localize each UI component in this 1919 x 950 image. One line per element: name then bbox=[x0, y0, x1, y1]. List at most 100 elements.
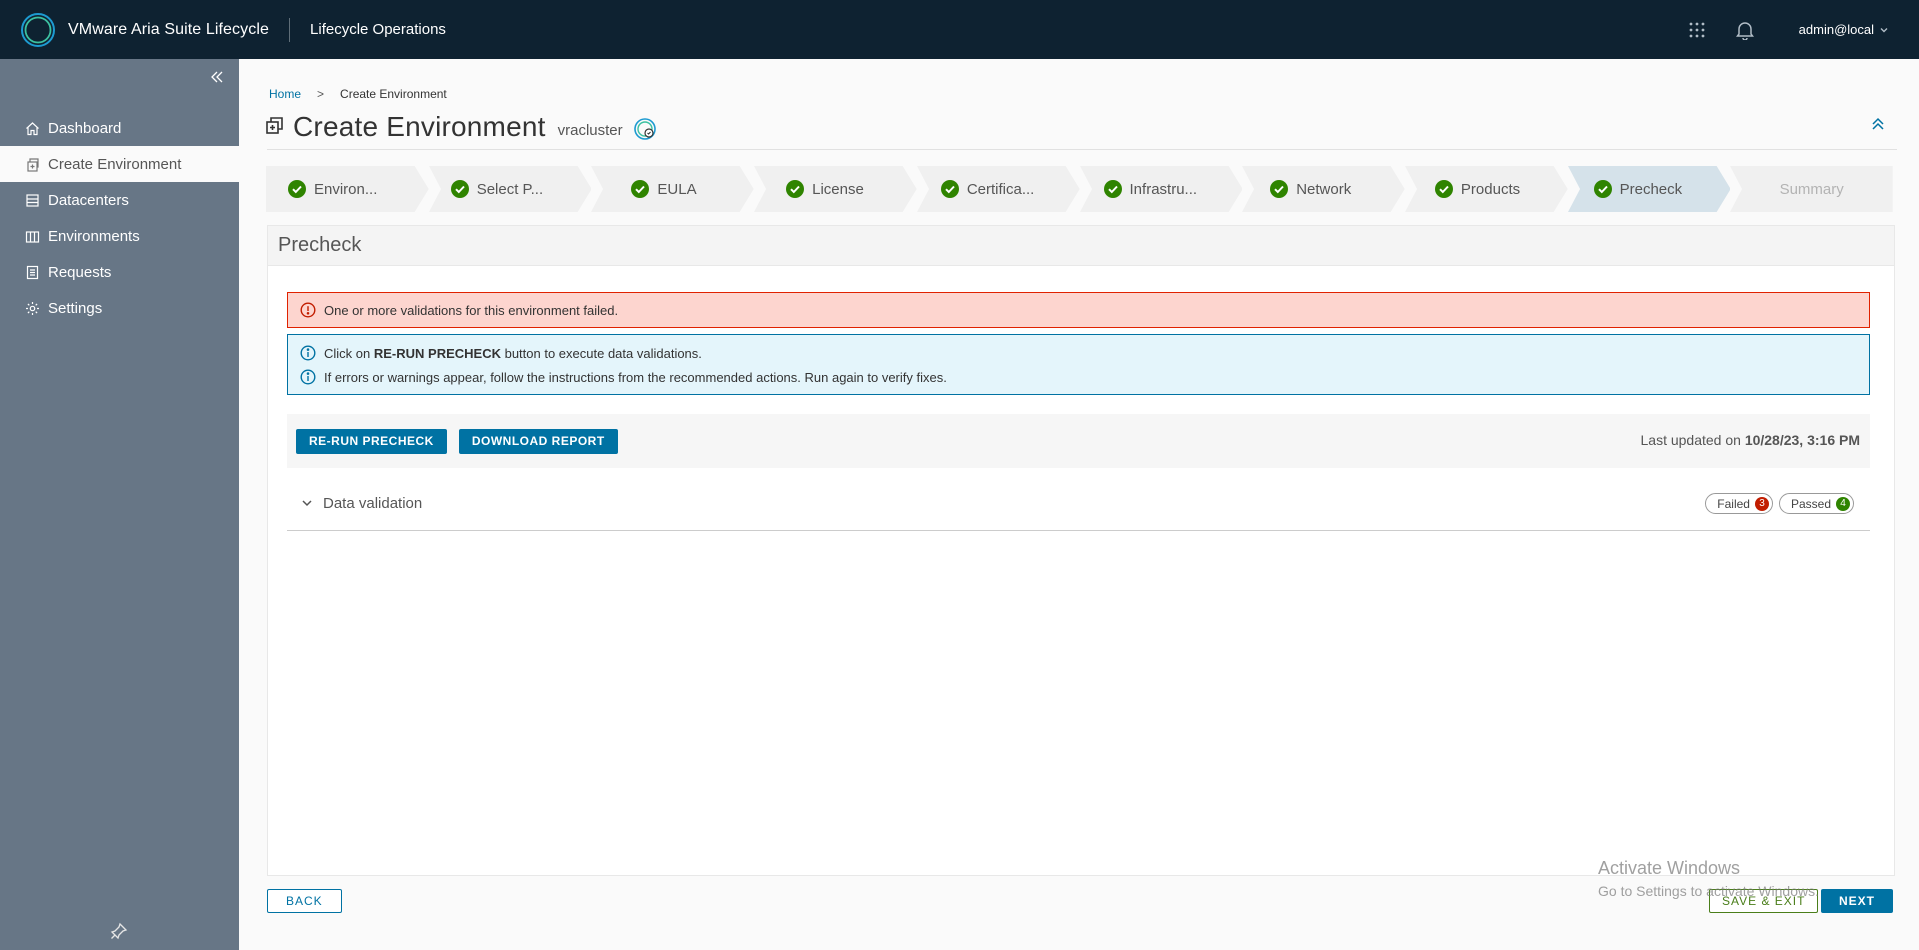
step-network[interactable]: Network bbox=[1242, 166, 1405, 212]
step-products[interactable]: Products bbox=[1404, 166, 1568, 212]
data-validation-label: Data validation bbox=[323, 494, 423, 512]
info-alert-line-2: If errors or warnings appear, follow the… bbox=[324, 369, 947, 385]
step-eula[interactable]: EULA bbox=[591, 166, 755, 212]
datacenter-icon bbox=[24, 192, 40, 208]
sidebar-item-label: Environments bbox=[48, 227, 140, 245]
last-updated-label: Last updated on bbox=[1640, 432, 1745, 448]
last-updated: Last updated on 10/28/23, 3:16 PM bbox=[1641, 432, 1861, 448]
step-summary: Summary bbox=[1730, 166, 1894, 212]
page-title: Create Environment bbox=[293, 111, 546, 142]
gear-icon bbox=[24, 300, 40, 316]
chevron-down-icon bbox=[1880, 27, 1888, 32]
environment-status-icon[interactable] bbox=[633, 117, 657, 141]
sidebar-item-environments[interactable]: Environments bbox=[0, 218, 239, 254]
sidebar-item-create-environment[interactable]: Create Environment bbox=[0, 146, 239, 182]
vmware-aria-logo-icon bbox=[20, 12, 56, 48]
failed-count: 3 bbox=[1754, 496, 1769, 511]
passed-badge[interactable]: Passed 4 bbox=[1778, 493, 1854, 514]
failed-label: Failed bbox=[1717, 496, 1750, 511]
create-environment-icon bbox=[265, 115, 285, 140]
bell-icon[interactable] bbox=[1731, 16, 1759, 44]
check-circle-icon bbox=[1103, 180, 1122, 198]
step-label: License bbox=[812, 180, 864, 198]
sidebar-item-label: Settings bbox=[48, 299, 103, 317]
title-divider bbox=[267, 149, 1897, 150]
breadcrumb-home-link[interactable]: Home bbox=[269, 87, 301, 101]
step-label: Precheck bbox=[1619, 180, 1683, 198]
passed-label: Passed bbox=[1790, 496, 1831, 511]
sidebar-item-datacenters[interactable]: Datacenters bbox=[0, 182, 239, 218]
error-alert-text: One or more validations for this environ… bbox=[324, 302, 619, 318]
top-header: VMware Aria Suite Lifecycle Lifecycle Op… bbox=[0, 0, 1919, 59]
step-select-products[interactable]: Select P... bbox=[428, 166, 592, 212]
check-circle-icon bbox=[631, 180, 650, 198]
step-infrastructure[interactable]: Infrastru... bbox=[1079, 166, 1243, 212]
page-title-row: Create Environment vracluster bbox=[265, 111, 657, 143]
rerun-precheck-button[interactable]: RE-RUN PRECHECK bbox=[296, 428, 447, 454]
info-circle-icon bbox=[300, 345, 316, 361]
environments-icon bbox=[24, 228, 40, 244]
next-button[interactable]: NEXT bbox=[1821, 889, 1893, 913]
home-icon bbox=[24, 120, 40, 136]
data-validation-toggle[interactable]: Data validation bbox=[301, 495, 422, 512]
precheck-card: Precheck One or more validations for thi… bbox=[267, 225, 1895, 876]
user-menu[interactable]: admin@local bbox=[1799, 22, 1889, 37]
sidebar-collapse-icon[interactable] bbox=[205, 67, 229, 87]
header-divider bbox=[289, 17, 291, 42]
user-name: admin@local bbox=[1798, 22, 1874, 37]
sidebar-item-label: Datacenters bbox=[48, 191, 129, 209]
step-environment[interactable]: Environ... bbox=[266, 166, 429, 212]
step-label: Network bbox=[1296, 180, 1352, 198]
info-alert: Click on RE-RUN PRECHECK button to execu… bbox=[287, 334, 1870, 395]
step-certificate[interactable]: Certifica... bbox=[916, 166, 1080, 212]
step-label: Environ... bbox=[314, 180, 378, 198]
step-label: Products bbox=[1460, 180, 1521, 198]
create-environment-icon bbox=[24, 156, 40, 172]
info-text-bold: RE-RUN PRECHECK bbox=[373, 345, 501, 361]
step-precheck[interactable]: Precheck bbox=[1567, 166, 1731, 212]
check-circle-icon bbox=[940, 180, 959, 198]
info-text-suffix: button to execute data validations. bbox=[500, 345, 702, 361]
check-circle-icon bbox=[1593, 180, 1612, 198]
info-text-prefix: Click on bbox=[324, 345, 374, 361]
step-label: Summary bbox=[1779, 180, 1844, 198]
check-circle-icon bbox=[450, 180, 469, 198]
sidebar-item-settings[interactable]: Settings bbox=[0, 290, 239, 326]
collapse-up-icon[interactable] bbox=[1871, 117, 1889, 135]
passed-count: 4 bbox=[1836, 496, 1850, 511]
check-circle-icon bbox=[786, 180, 805, 198]
save-and-exit-button[interactable]: SAVE & EXIT bbox=[1709, 889, 1819, 913]
section-title[interactable]: Lifecycle Operations bbox=[310, 21, 446, 38]
sidebar-item-label: Dashboard bbox=[48, 119, 122, 137]
check-circle-icon bbox=[1270, 180, 1289, 198]
app-switcher-grid-icon[interactable] bbox=[1683, 16, 1711, 44]
app-title: VMware Aria Suite Lifecycle bbox=[68, 20, 270, 38]
breadcrumb: Home > Create Environment bbox=[269, 87, 447, 101]
step-label: EULA bbox=[657, 180, 697, 198]
info-circle-icon bbox=[300, 369, 316, 385]
sidebar-item-requests[interactable]: Requests bbox=[0, 254, 239, 290]
check-circle-icon bbox=[1434, 180, 1453, 198]
download-report-button[interactable]: DOWNLOAD REPORT bbox=[458, 428, 618, 454]
back-button[interactable]: BACK bbox=[267, 889, 342, 913]
failed-badge[interactable]: Failed 3 bbox=[1705, 493, 1773, 514]
sidebar-nav: Dashboard Create Environment Datacenters… bbox=[0, 110, 239, 326]
environment-name: vracluster bbox=[557, 121, 623, 139]
precheck-heading: Precheck bbox=[268, 226, 1894, 266]
error-circle-icon bbox=[300, 302, 316, 318]
sidebar-item-dashboard[interactable]: Dashboard bbox=[0, 110, 239, 146]
wizard-stepper: Environ... Select P... EULA License Cert… bbox=[266, 166, 1894, 212]
check-circle-icon bbox=[288, 180, 306, 198]
step-label: Certifica... bbox=[966, 180, 1035, 198]
step-license[interactable]: License bbox=[754, 166, 917, 212]
breadcrumb-current: Create Environment bbox=[340, 87, 447, 101]
info-alert-line-1: Click on RE-RUN PRECHECK button to execu… bbox=[324, 346, 702, 361]
step-label: Infrastru... bbox=[1129, 180, 1198, 198]
pin-icon[interactable] bbox=[110, 922, 130, 942]
error-alert: One or more validations for this environ… bbox=[287, 292, 1870, 328]
precheck-toolbar: RE-RUN PRECHECK DOWNLOAD REPORT Last upd… bbox=[287, 414, 1870, 468]
data-validation-section: Data validation Failed 3 Passed 4 bbox=[287, 476, 1870, 531]
chevron-down-icon bbox=[302, 500, 312, 507]
sidebar-item-label: Create Environment bbox=[48, 155, 182, 173]
step-label: Select P... bbox=[476, 180, 544, 198]
